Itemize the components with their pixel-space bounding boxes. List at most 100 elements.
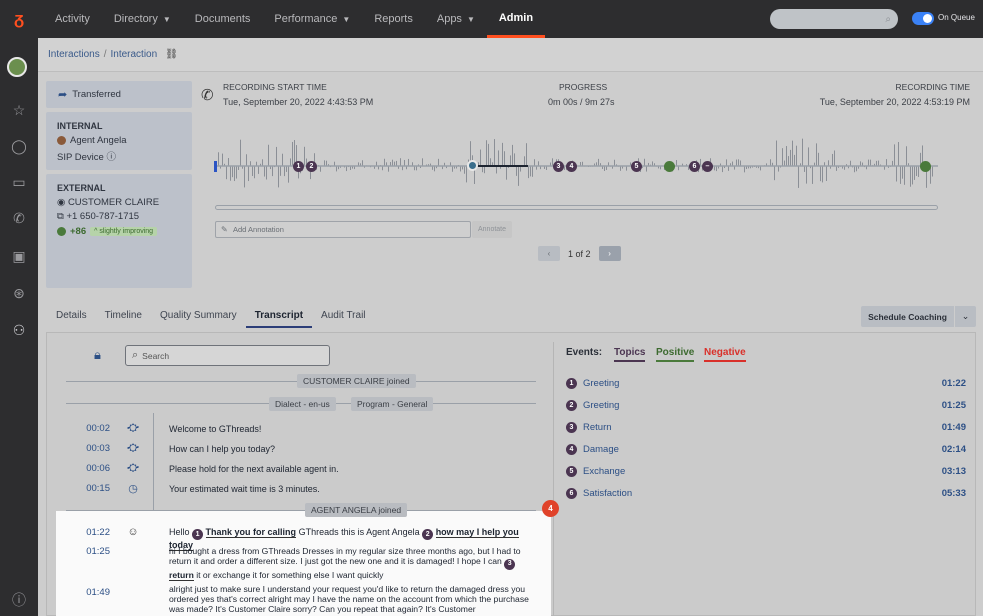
users-icon[interactable]: ⚇ [0,318,38,342]
tab-audit-trail[interactable]: Audit Trail [312,306,374,328]
event-marker-3[interactable]: 3 [553,161,564,172]
timestamp[interactable]: 00:15 [70,483,110,494]
nav-directory[interactable]: Directory ▼ [102,0,183,38]
nav-apps[interactable]: Apps ▼ [425,0,487,38]
timestamp[interactable]: 00:06 [70,463,110,474]
filter-negative[interactable]: Negative [704,347,746,362]
negative-marker-icon[interactable]: – [702,161,713,172]
support-icon[interactable]: ⊛ [0,281,38,305]
playhead-marker-icon[interactable] [467,160,478,171]
positive-marker-icon[interactable] [664,161,675,172]
flag-count-badge[interactable]: 4 [542,500,559,517]
link-icon[interactable]: ⛓ [165,49,178,60]
waveform-bar [422,158,423,166]
annotate-button[interactable]: Annotate [472,221,512,238]
next-page-button[interactable]: › [598,246,621,261]
topic-marker-1[interactable]: 1 [192,529,204,540]
event-marker-2[interactable]: 2 [306,161,317,172]
progress-value: 0m 00s / 9m 27s [548,97,615,107]
waveform-bar [264,166,265,177]
timestamp[interactable]: 01:49 [70,587,110,598]
event-row[interactable]: 5 Exchange 03:13 [566,464,966,478]
tab-transcript[interactable]: Transcript [245,306,313,328]
transferred-label: Transferred [72,89,121,100]
nav-admin[interactable]: Admin [486,0,546,38]
waveform-bar [262,159,263,166]
search-placeholder: Search [142,350,170,361]
positive-marker-end-icon[interactable] [920,161,931,172]
lock-icon[interactable]: 🔒︎ [94,347,101,363]
event-row[interactable]: 4 Damage 02:14 [566,442,966,456]
on-queue-toggle[interactable] [912,12,934,25]
chevron-down-icon[interactable]: ⌄ [955,306,976,327]
event-number: 3 [566,421,577,433]
waveform-bar [514,153,515,166]
event-row[interactable]: 3 Return 01:49 [566,420,966,434]
info-icon[interactable]: ⓘ [106,152,116,163]
transcript-search-input[interactable]: ⌕ Search [125,345,330,366]
phone-icon[interactable]: ✆ [0,206,38,230]
bot-icon: ⛮ [127,441,139,454]
filter-positive[interactable]: Positive [656,347,695,362]
pencil-icon: ✎ [221,225,228,234]
filter-label: Topics [614,347,646,358]
timestamp[interactable]: 00:03 [70,443,110,454]
waveform-bar [700,158,701,166]
event-time: 02:14 [941,443,966,455]
nav-performance[interactable]: Performance ▼ [262,0,362,38]
event-marker-1[interactable]: 1 [293,161,304,172]
waveform-bar [676,160,677,166]
avatar[interactable] [7,57,27,77]
waveform-bar [280,166,281,176]
event-row[interactable]: 2 Greeting 01:25 [566,398,966,412]
topic-phrase[interactable]: Thank you for calling [205,527,297,538]
nav-label: Performance [274,13,338,25]
phone-copy-icon[interactable]: ⧉ [57,211,64,222]
tab-timeline[interactable]: Timeline [96,306,151,328]
event-row[interactable]: 1 Greeting 01:22 [566,376,966,390]
star-icon[interactable]: ☆ [0,98,38,122]
scroll-track[interactable] [215,205,938,210]
event-marker-6[interactable]: 6 [689,161,700,172]
help-icon[interactable]: ⓘ [0,588,38,612]
program-badge: Program - General [351,397,434,411]
topic-marker-3[interactable]: 3 [504,558,516,570]
topic-phrase[interactable]: return [169,569,194,581]
event-number: 4 [566,443,577,455]
breadcrumb-interactions[interactable]: Interactions [48,49,100,60]
nav-activity[interactable]: Activity [43,0,102,38]
tab-quality-summary[interactable]: Quality Summary [151,306,246,328]
genesys-logo-icon[interactable]: ᵹ [0,0,38,38]
chat-icon[interactable]: ◯ [0,134,38,158]
event-number: 5 [566,465,577,477]
tab-details[interactable]: Details [47,306,96,328]
filter-topics[interactable]: Topics [614,347,646,362]
event-marker-4[interactable]: 4 [566,161,577,172]
prev-page-button[interactable]: ‹ [538,246,560,261]
waveform-bar [236,166,237,179]
waveform-bar [362,160,363,166]
left-sidebar: ☆ ◯ ▭ ✆ ▣ ⊛ ⚇ ⓘ [0,38,38,616]
audio-waveform[interactable] [214,128,938,188]
global-search-input[interactable]: ⌕ [770,9,898,29]
inbox-icon[interactable]: ▣ [0,244,38,268]
event-name: Return [583,421,612,433]
waveform-bar [324,160,325,166]
topic-marker-2[interactable]: 2 [422,529,434,540]
nav-reports[interactable]: Reports [362,0,425,38]
video-icon[interactable]: ▭ [0,170,38,194]
event-row[interactable]: 6 Satisfaction 05:33 [566,486,966,500]
nav-documents[interactable]: Documents [183,0,263,38]
schedule-coaching-button[interactable]: Schedule Coaching [861,306,954,327]
annotation-input[interactable]: ✎ Add Annotation [215,221,471,238]
event-marker-5[interactable]: 5 [631,161,642,172]
timestamp[interactable]: 01:22 [70,527,110,538]
waveform-bar [896,166,897,182]
waveform-bar [488,143,489,166]
breadcrumb-interaction[interactable]: Interaction [110,49,157,60]
waveform-bar [726,159,727,166]
waveform-bar [826,166,827,181]
caret-down-icon: ▼ [342,14,351,24]
timestamp[interactable]: 01:25 [70,546,110,557]
timestamp[interactable]: 00:02 [70,423,110,434]
